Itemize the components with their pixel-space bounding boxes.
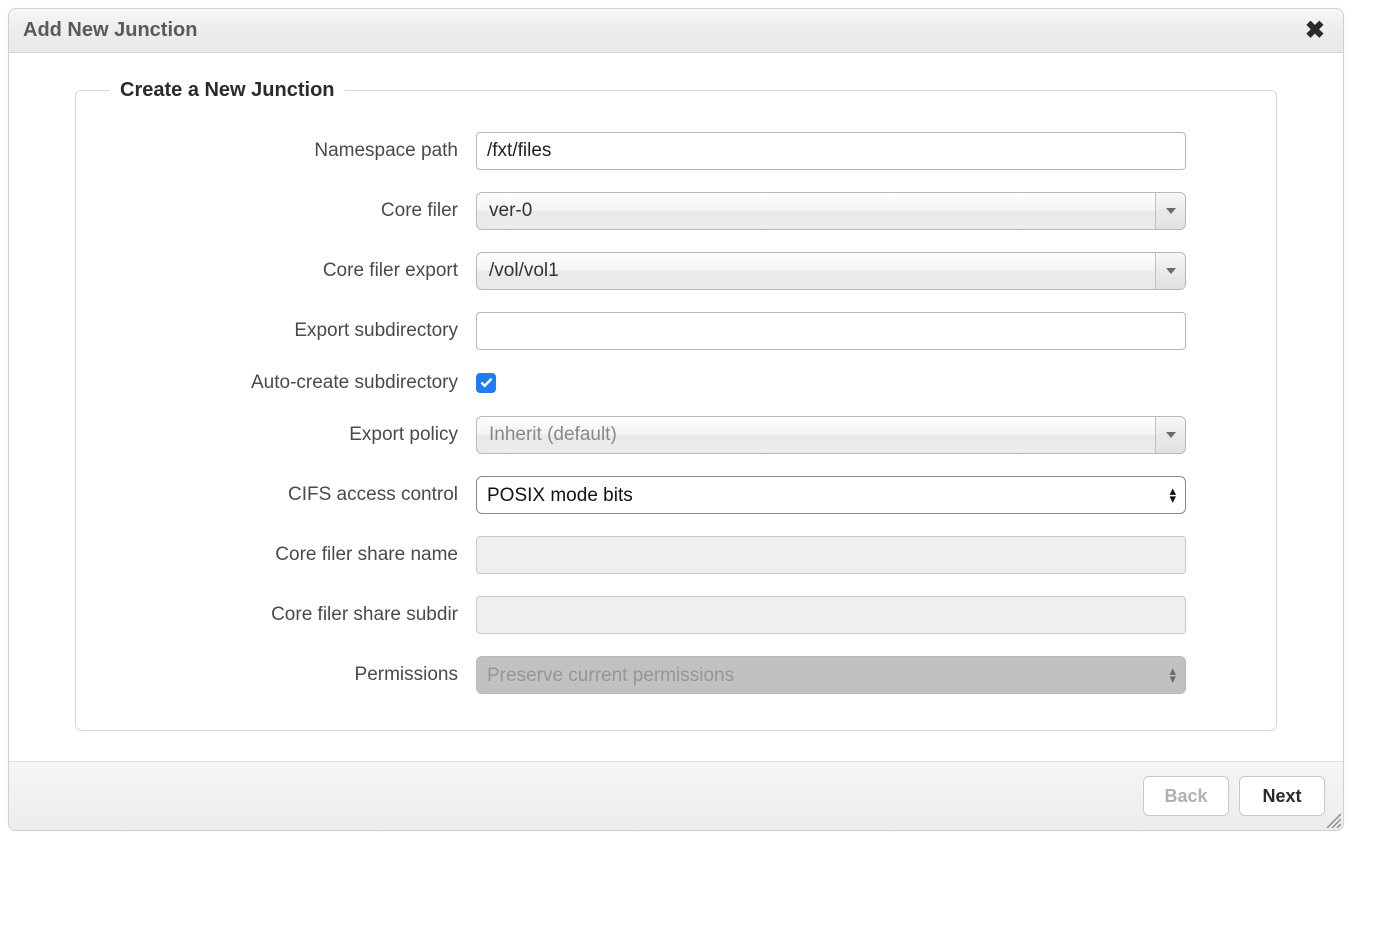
create-junction-fieldset: Create a New Junction Namespace path Cor… [75, 79, 1277, 731]
label-namespace-path: Namespace path [106, 140, 476, 162]
core-filer-export-select-value: /vol/vol1 [477, 260, 1155, 282]
dialog-title: Add New Junction [23, 19, 197, 42]
close-icon[interactable]: ✖ [1301, 19, 1329, 43]
export-policy-select-value: Inherit (default) [477, 424, 1155, 446]
cifs-access-control-select[interactable]: POSIX mode bits [476, 476, 1186, 514]
label-export-policy: Export policy [106, 424, 476, 446]
row-core-filer-share-subdir: Core filer share subdir [106, 596, 1186, 634]
row-cifs-access-control: CIFS access control POSIX mode bits ▴▾ [106, 476, 1186, 514]
namespace-path-input[interactable] [476, 132, 1186, 170]
back-button: Back [1143, 776, 1229, 816]
core-filer-select-value: ver-0 [477, 200, 1155, 222]
core-filer-share-subdir-input [476, 596, 1186, 634]
label-auto-create-subdirectory: Auto-create subdirectory [106, 372, 476, 394]
dialog-body: Create a New Junction Namespace path Cor… [9, 53, 1343, 762]
dialog-header: Add New Junction ✖ [9, 9, 1343, 53]
chevron-down-icon [1155, 193, 1185, 229]
label-cifs-access-control: CIFS access control [106, 484, 476, 506]
permissions-select: Preserve current permissions [476, 656, 1186, 694]
row-auto-create-subdirectory: Auto-create subdirectory [106, 372, 1186, 394]
row-core-filer: Core filer ver-0 [106, 192, 1186, 230]
label-permissions: Permissions [106, 664, 476, 686]
row-export-subdirectory: Export subdirectory [106, 312, 1186, 350]
core-filer-share-name-input [476, 536, 1186, 574]
export-policy-select[interactable]: Inherit (default) [476, 416, 1186, 454]
core-filer-select[interactable]: ver-0 [476, 192, 1186, 230]
add-junction-dialog: Add New Junction ✖ Create a New Junction… [8, 8, 1344, 831]
auto-create-subdirectory-checkbox[interactable] [476, 373, 496, 393]
label-core-filer: Core filer [106, 200, 476, 222]
export-subdirectory-input[interactable] [476, 312, 1186, 350]
row-namespace-path: Namespace path [106, 132, 1186, 170]
fieldset-legend: Create a New Junction [110, 79, 345, 102]
row-core-filer-export: Core filer export /vol/vol1 [106, 252, 1186, 290]
label-core-filer-share-name: Core filer share name [106, 544, 476, 566]
label-core-filer-share-subdir: Core filer share subdir [106, 604, 476, 626]
core-filer-export-select[interactable]: /vol/vol1 [476, 252, 1186, 290]
chevron-down-icon [1155, 253, 1185, 289]
label-core-filer-export: Core filer export [106, 260, 476, 282]
row-export-policy: Export policy Inherit (default) [106, 416, 1186, 454]
chevron-down-icon [1155, 417, 1185, 453]
resize-grip-icon[interactable] [1323, 810, 1341, 828]
next-button[interactable]: Next [1239, 776, 1325, 816]
label-export-subdirectory: Export subdirectory [106, 320, 476, 342]
row-permissions: Permissions Preserve current permissions… [106, 656, 1186, 694]
row-core-filer-share-name: Core filer share name [106, 536, 1186, 574]
dialog-footer: Back Next [9, 762, 1343, 830]
